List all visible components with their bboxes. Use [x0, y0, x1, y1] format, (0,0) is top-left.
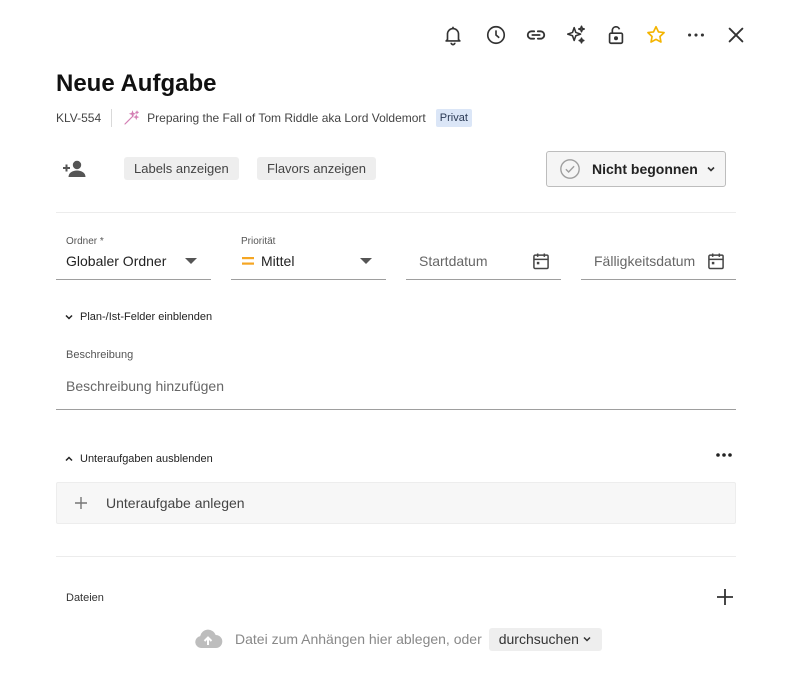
description-input[interactable]: Beschreibung hinzufügen: [56, 370, 736, 410]
start-date-placeholder: Startdatum: [419, 253, 488, 269]
task-title[interactable]: Neue Aufgabe: [56, 70, 216, 98]
folder-select[interactable]: Ordner * Globaler Ordner: [56, 229, 211, 280]
drop-text: Datei zum Anhängen hier ablegen, oder: [235, 631, 482, 647]
bell-icon[interactable]: [440, 22, 466, 48]
priority-medium-icon: [242, 257, 254, 265]
unlock-icon[interactable]: [603, 22, 629, 48]
status-dropdown[interactable]: Nicht begonnen: [546, 151, 726, 187]
subtasks-toggle[interactable]: Unteraufgaben ausblenden: [64, 453, 213, 465]
magic-wand-icon: [124, 110, 140, 125]
plus-icon[interactable]: [715, 587, 735, 607]
task-meta: KLV-554 Preparing the Fall of Tom Riddle…: [56, 108, 472, 128]
caret-down-icon: [185, 258, 197, 264]
more-horizontal-icon[interactable]: [714, 447, 734, 463]
close-icon[interactable]: [723, 22, 749, 48]
chevron-down-icon: [583, 636, 591, 642]
status-label: Nicht begonnen: [592, 161, 698, 177]
due-date-field[interactable]: Fälligkeitsdatum: [581, 229, 736, 280]
priority-value: Mittel: [261, 253, 295, 269]
browse-button[interactable]: durchsuchen: [488, 627, 602, 651]
sparkles-icon[interactable]: [563, 22, 589, 48]
check-circle-icon: [560, 159, 580, 179]
chevron-down-icon: [65, 314, 73, 320]
file-drop-zone[interactable]: Datei zum Anhängen hier ablegen, oder du…: [193, 627, 602, 651]
cloud-upload-icon: [195, 629, 223, 648]
plan-fields-toggle[interactable]: Plan-/Ist-Felder einblenden: [64, 311, 212, 323]
task-id: KLV-554: [56, 111, 102, 125]
folder-value: Globaler Ordner: [66, 253, 167, 269]
add-subtask-button[interactable]: Unteraufgabe anlegen: [56, 482, 736, 524]
divider: [56, 556, 736, 557]
due-date-placeholder: Fälligkeitsdatum: [594, 253, 696, 269]
clock-icon[interactable]: [483, 22, 509, 48]
add-subtask-label: Unteraufgabe anlegen: [106, 495, 245, 511]
plan-fields-toggle-label: Plan-/Ist-Felder einblenden: [80, 311, 213, 323]
folder-label: Ordner *: [66, 236, 104, 247]
files-label: Dateien: [66, 592, 104, 604]
labels-button[interactable]: Labels anzeigen: [124, 157, 239, 180]
caret-down-icon: [360, 258, 372, 264]
link-icon[interactable]: [523, 22, 549, 48]
more-horizontal-icon[interactable]: [683, 22, 709, 48]
visibility-badge: Privat: [435, 109, 472, 127]
chevron-down-icon: [707, 166, 715, 172]
calendar-icon[interactable]: [706, 251, 726, 271]
start-date-field[interactable]: Startdatum: [406, 229, 561, 280]
flavors-button[interactable]: Flavors anzeigen: [257, 157, 376, 180]
browse-label: durchsuchen: [498, 631, 579, 647]
description-label: Beschreibung: [66, 349, 134, 361]
priority-label: Priorität: [241, 236, 276, 247]
divider: [111, 109, 113, 127]
project-link[interactable]: Preparing the Fall of Tom Riddle aka Lor…: [147, 111, 426, 125]
plus-icon: [75, 497, 87, 509]
add-person-icon[interactable]: [62, 157, 88, 181]
divider: [56, 212, 736, 213]
priority-field-value: Mittel: [241, 253, 294, 269]
chevron-up-icon: [65, 456, 73, 462]
star-icon[interactable]: [643, 22, 669, 48]
priority-select[interactable]: Priorität Mittel: [231, 229, 386, 280]
calendar-icon[interactable]: [531, 251, 551, 271]
subtasks-toggle-label: Unteraufgaben ausblenden: [80, 453, 213, 465]
